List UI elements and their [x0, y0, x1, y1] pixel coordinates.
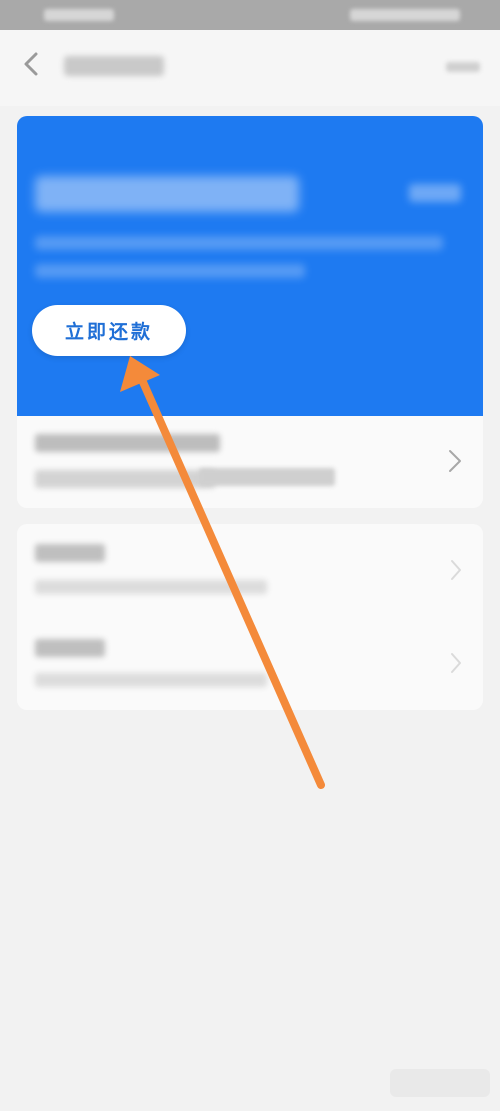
- repayment-banner: [17, 116, 483, 416]
- repay-now-button[interactable]: 立即还款: [32, 305, 186, 356]
- status-bar-right-blurred: [350, 9, 460, 21]
- bill-title-blurred: [35, 434, 220, 452]
- bill-card[interactable]: [17, 416, 483, 508]
- banner-description-blurred: [35, 264, 305, 278]
- status-bar-left-blurred: [44, 9, 114, 21]
- back-icon[interactable]: [14, 46, 50, 82]
- watermark-logo: [390, 1069, 490, 1097]
- chevron-right-icon: [449, 651, 463, 680]
- account-list: [17, 524, 483, 710]
- list-item[interactable]: [17, 617, 483, 710]
- list-item[interactable]: [17, 524, 483, 617]
- list-item-subtitle-blurred: [35, 673, 267, 687]
- app-bar: [0, 30, 500, 106]
- bill-date-blurred: [199, 468, 335, 486]
- more-menu-blurred[interactable]: [446, 62, 480, 72]
- banner-link-blurred[interactable]: [409, 184, 461, 202]
- bill-detail-blurred: [35, 470, 215, 488]
- list-item-title-blurred: [35, 544, 105, 562]
- banner-description-blurred: [35, 236, 443, 250]
- list-item-subtitle-blurred: [35, 580, 267, 594]
- banner-title-blurred: [35, 176, 299, 212]
- chevron-right-icon: [449, 558, 463, 587]
- page-title-blurred: [64, 56, 164, 76]
- list-item-title-blurred: [35, 639, 105, 657]
- chevron-right-icon: [447, 448, 463, 479]
- status-bar: [0, 0, 500, 30]
